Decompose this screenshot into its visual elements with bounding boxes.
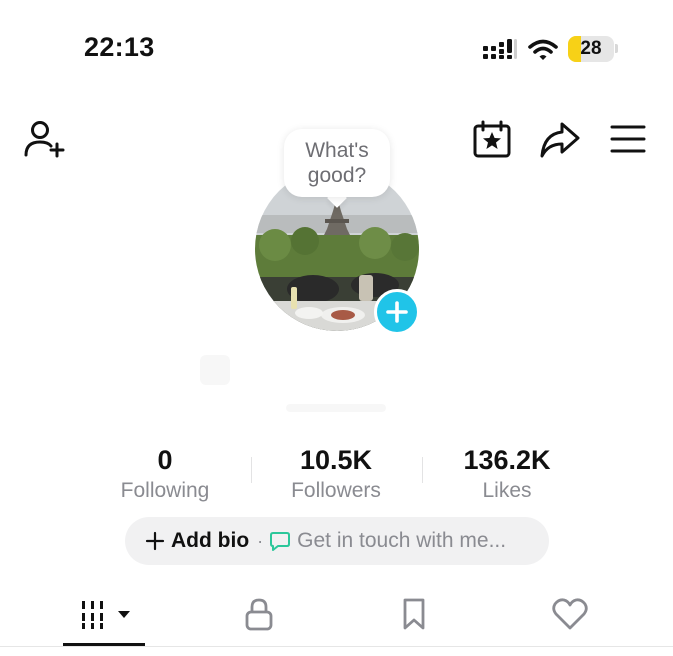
stat-followers[interactable]: 10.5K Followers (261, 444, 411, 504)
stat-following[interactable]: 0 Following (90, 444, 240, 504)
tab-saved[interactable] (394, 594, 434, 634)
likes-label: Likes (482, 479, 532, 502)
add-bio-button[interactable]: Add bio · Get in touch with me... (125, 517, 549, 565)
battery-tip (615, 44, 618, 53)
videos-grid-icon (82, 601, 130, 629)
status-time: 22:13 (84, 32, 155, 62)
faint-placeholder (286, 404, 386, 412)
cellular-signal-icon (483, 39, 517, 59)
lock-icon (245, 598, 273, 631)
tab-bar-divider (0, 646, 673, 647)
tab-liked[interactable] (548, 594, 592, 634)
plus-icon (145, 531, 165, 551)
stat-divider (422, 457, 423, 483)
likes-count: 136.2K (463, 445, 551, 475)
stat-likes[interactable]: 136.2K Likes (432, 444, 582, 504)
bio-separator: · (257, 530, 264, 551)
following-count: 0 (157, 445, 173, 475)
bubble-text: What's good? (305, 139, 369, 187)
faint-placeholder (200, 355, 230, 385)
followers-label: Followers (291, 479, 381, 502)
tab-videos[interactable] (76, 594, 136, 634)
tab-private[interactable] (239, 594, 279, 634)
heart-icon (552, 598, 588, 630)
share-icon[interactable] (538, 118, 582, 160)
bookmark-icon (403, 598, 425, 630)
add-photo-button[interactable] (374, 289, 420, 335)
stat-divider (251, 457, 252, 483)
wifi-icon (528, 39, 558, 60)
chat-bubble-icon (270, 532, 291, 551)
calendar-star-icon[interactable] (470, 118, 514, 160)
contact-label: Get in touch with me... (297, 529, 507, 552)
following-label: Following (120, 479, 210, 502)
followers-count: 10.5K (299, 445, 373, 475)
add-friend-icon[interactable] (22, 118, 68, 160)
add-bio-label: Add bio (171, 529, 250, 552)
menu-icon[interactable] (608, 121, 648, 157)
profile-screen: 22:13 28 What's good? 0 Following 10.5K … (0, 0, 673, 656)
battery-indicator: 28 (568, 36, 614, 62)
status-bubble[interactable]: What's good? (284, 129, 390, 197)
battery-level: 28 (580, 38, 602, 59)
plus-icon (386, 301, 408, 323)
